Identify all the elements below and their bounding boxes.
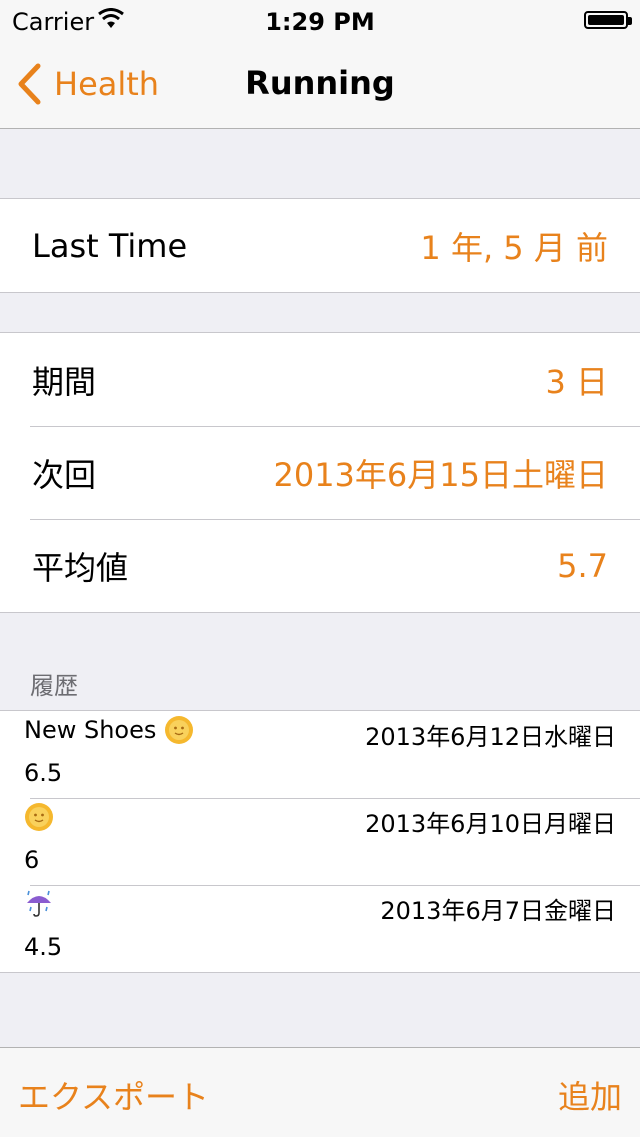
history-name-wrap <box>24 802 54 832</box>
average-cell[interactable]: 平均値 5.7 <box>0 519 640 612</box>
history-row[interactable]: 2013年6月7日金曜日 4.5 <box>0 885 640 972</box>
average-label: 平均値 <box>32 548 129 587</box>
history-date: 2013年6月12日水曜日 <box>365 723 616 751</box>
history-header: 履歴 <box>30 672 78 700</box>
last-time-cell[interactable]: Last Time 1 年, 5 月 前 <box>0 199 640 292</box>
period-label: 期間 <box>32 362 97 401</box>
last-time-value: 1 年, 5 月 前 <box>420 228 608 267</box>
next-cell[interactable]: 次回 2013年6月15日土曜日 <box>0 426 640 519</box>
nav-bar: Health Running <box>0 40 640 129</box>
history-value: 4.5 <box>24 933 63 961</box>
history-name: New Shoes <box>24 716 157 744</box>
details-group: 期間 3 日 次回 2013年6月15日土曜日 平均値 5.7 <box>0 332 640 613</box>
status-bar: Carrier 1:29 PM <box>0 0 640 40</box>
add-button[interactable]: 追加 <box>558 1072 622 1118</box>
history-value: 6.5 <box>24 759 63 787</box>
history-list: New Shoes 2013年6月12日水曜日 6.5 2013年6月10日月曜… <box>0 710 640 973</box>
bottom-toolbar: エクスポート 追加 <box>0 1047 640 1137</box>
battery-icon <box>584 11 632 29</box>
average-value: 5.7 <box>557 546 608 585</box>
next-label: 次回 <box>32 455 97 494</box>
period-cell[interactable]: 期間 3 日 <box>0 333 640 426</box>
status-time: 1:29 PM <box>265 8 375 36</box>
period-value: 3 日 <box>545 362 608 401</box>
next-value: 2013年6月15日土曜日 <box>273 455 608 494</box>
history-row[interactable]: New Shoes 2013年6月12日水曜日 6.5 <box>0 711 640 798</box>
history-date: 2013年6月10日月曜日 <box>365 810 616 838</box>
last-time-label: Last Time <box>32 226 188 265</box>
history-value: 6 <box>24 846 40 874</box>
history-name-wrap <box>24 889 54 919</box>
summary-group: Last Time 1 年, 5 月 前 <box>0 198 640 293</box>
umbrella-rain-icon <box>27 890 51 917</box>
page-title: Running <box>245 64 395 102</box>
export-button[interactable]: エクスポート <box>18 1072 209 1118</box>
sun-icon <box>25 803 53 831</box>
history-date: 2013年6月7日金曜日 <box>380 897 616 925</box>
history-name-wrap: New Shoes <box>24 715 194 745</box>
sun-icon <box>165 716 194 744</box>
history-row[interactable]: 2013年6月10日月曜日 6 <box>0 798 640 885</box>
